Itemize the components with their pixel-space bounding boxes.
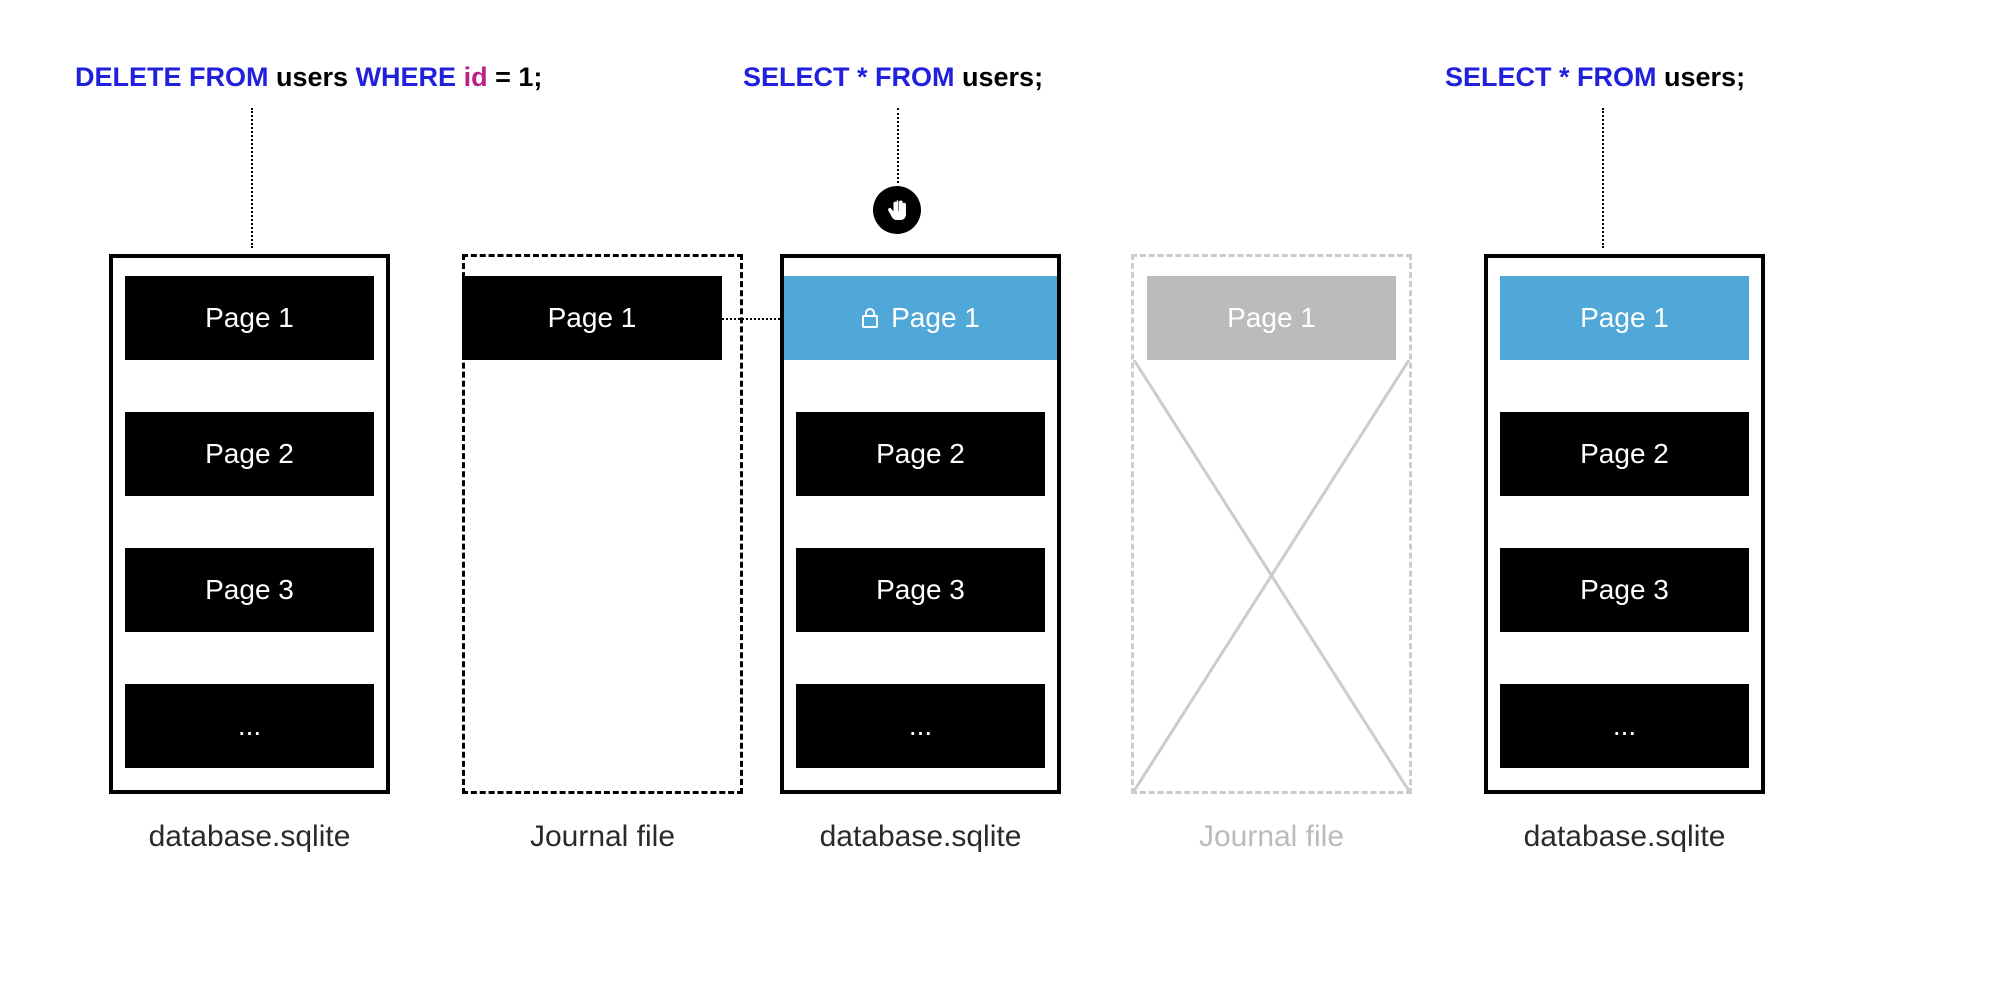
sqlite-journal-diagram: DELETE FROM users WHERE id = 1; SELECT *… [0, 0, 1989, 1008]
page-3-db1: Page 3 [125, 548, 374, 632]
connector-journal-to-db2 [722, 318, 780, 320]
cross-out-x [1131, 360, 1412, 794]
page-1-db1: Page 1 [125, 276, 374, 360]
page-1-journal1: Page 1 [462, 276, 722, 360]
db-box-2: Page 1 Page 2 Page 3 ... [780, 254, 1061, 794]
column-id: id [456, 62, 488, 92]
page-1-db2-locked: Page 1 [784, 276, 1057, 360]
caption-journal1: Journal file [462, 820, 743, 854]
connector-q2 [897, 108, 899, 183]
table-users: users [269, 62, 356, 92]
page-more-db2: ... [796, 684, 1045, 768]
page-more-db1: ... [125, 684, 374, 768]
query-select-2: SELECT * FROM users; [1445, 62, 1745, 93]
page-more-db3: ... [1500, 684, 1749, 768]
query-select-1: SELECT * FROM users; [743, 62, 1043, 93]
caption-db1: database.sqlite [109, 820, 390, 854]
caption-db3: database.sqlite [1484, 820, 1765, 854]
query-delete: DELETE FROM users WHERE id = 1; [75, 62, 542, 93]
eq-part: = 1; [488, 62, 543, 92]
lock-icon [861, 307, 879, 329]
keyword-delete-from: DELETE FROM [75, 62, 269, 92]
page-2-db2: Page 2 [796, 412, 1045, 496]
keyword-where: WHERE [356, 62, 457, 92]
table-users-3: users; [1657, 62, 1746, 92]
keyword-select-from-1: SELECT * FROM [743, 62, 955, 92]
caption-journal2: Journal file [1131, 820, 1412, 854]
hand-icon [884, 197, 910, 223]
keyword-select-from-2: SELECT * FROM [1445, 62, 1657, 92]
page-2-db1: Page 2 [125, 412, 374, 496]
page-2-db3: Page 2 [1500, 412, 1749, 496]
connector-q3 [1602, 108, 1604, 248]
connector-q1 [251, 108, 253, 248]
db-box-1: Page 1 Page 2 Page 3 ... [109, 254, 390, 794]
db-box-3: Page 1 Page 2 Page 3 ... [1484, 254, 1765, 794]
page-1-db3: Page 1 [1500, 276, 1749, 360]
page-1-journal2: Page 1 [1147, 276, 1396, 360]
page-3-db3: Page 3 [1500, 548, 1749, 632]
table-users-2: users; [955, 62, 1044, 92]
caption-db2: database.sqlite [780, 820, 1061, 854]
page-3-db2: Page 3 [796, 548, 1045, 632]
stop-icon [873, 186, 921, 234]
